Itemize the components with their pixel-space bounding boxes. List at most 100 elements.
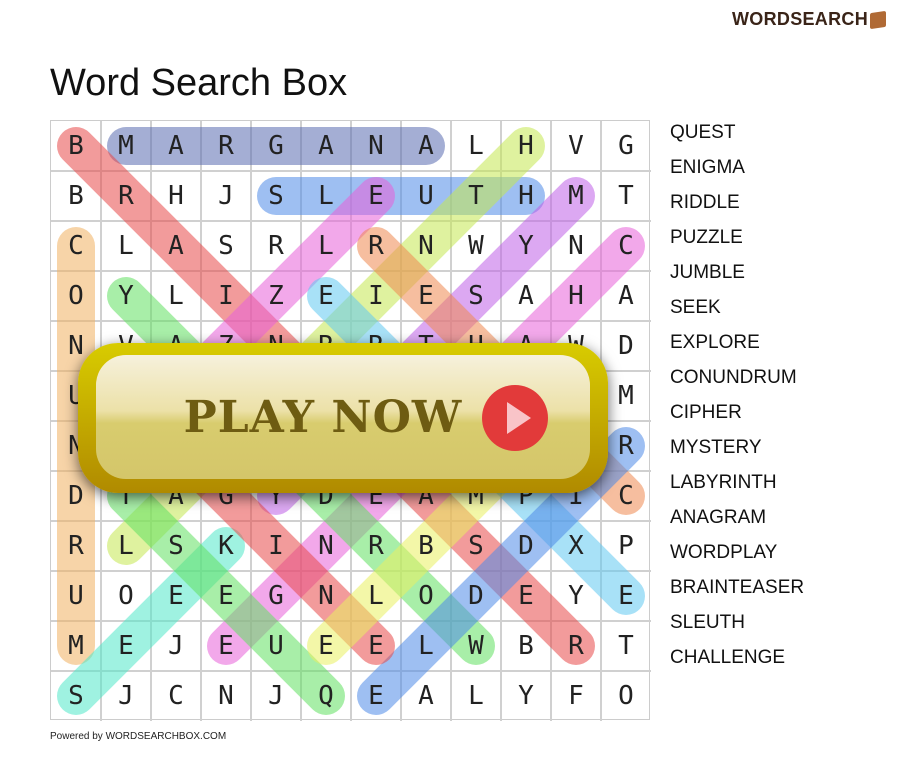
grid-cell[interactable]: S [151,521,201,571]
grid-cell[interactable]: C [601,221,651,271]
grid-cell[interactable]: E [301,621,351,671]
grid-cell[interactable]: E [351,171,401,221]
grid-cell[interactable]: A [501,271,551,321]
grid-cell[interactable]: C [601,471,651,521]
grid-cell[interactable]: K [201,521,251,571]
powered-by[interactable]: Powered by WORDSEARCHBOX.COM [50,731,226,742]
grid-cell[interactable]: R [201,121,251,171]
grid-cell[interactable]: S [201,221,251,271]
grid-cell[interactable]: L [101,221,151,271]
grid-cell[interactable]: O [601,671,651,721]
grid-cell[interactable]: H [501,121,551,171]
grid-cell[interactable]: O [51,271,101,321]
grid-cell[interactable]: L [451,121,501,171]
grid-cell[interactable]: W [451,621,501,671]
grid-cell[interactable]: F [551,671,601,721]
grid-cell[interactable]: E [151,571,201,621]
grid-cell[interactable]: S [51,671,101,721]
grid-cell[interactable]: A [151,221,201,271]
grid-cell[interactable]: U [401,171,451,221]
grid-cell[interactable]: N [551,221,601,271]
grid-cell[interactable]: R [351,521,401,571]
grid-cell[interactable]: R [101,171,151,221]
grid-cell[interactable]: N [401,221,451,271]
grid-cell[interactable]: Z [251,271,301,321]
grid-cell[interactable]: J [201,171,251,221]
grid-cell[interactable]: S [251,171,301,221]
grid-cell[interactable]: R [251,221,301,271]
grid-cell[interactable]: E [401,271,451,321]
grid-cell[interactable]: C [51,221,101,271]
grid-cell[interactable]: R [601,421,651,471]
grid-cell[interactable]: P [601,521,651,571]
grid-cell[interactable]: R [51,521,101,571]
grid-cell[interactable]: A [401,671,451,721]
grid-cell[interactable]: L [101,521,151,571]
grid-cell[interactable]: R [351,221,401,271]
grid-cell[interactable]: J [151,621,201,671]
grid-cell[interactable]: H [501,171,551,221]
grid-cell[interactable]: B [51,171,101,221]
grid-cell[interactable]: U [51,571,101,621]
grid-cell[interactable]: Y [501,671,551,721]
grid-cell[interactable]: A [401,121,451,171]
grid-cell[interactable]: A [601,271,651,321]
grid-cell[interactable]: C [151,671,201,721]
grid-cell[interactable]: L [301,221,351,271]
grid-cell[interactable]: J [101,671,151,721]
grid-cell[interactable]: Y [551,571,601,621]
grid-cell[interactable]: D [601,321,651,371]
grid-cell[interactable]: E [351,671,401,721]
grid-cell[interactable]: X [551,521,601,571]
grid-cell[interactable]: M [51,621,101,671]
grid-cell[interactable]: G [601,121,651,171]
grid-cell[interactable]: L [301,171,351,221]
grid-cell[interactable]: V [551,121,601,171]
grid-cell[interactable]: G [251,571,301,621]
grid-cell[interactable]: O [101,571,151,621]
grid-cell[interactable]: I [201,271,251,321]
grid-cell[interactable]: W [451,221,501,271]
grid-cell[interactable]: E [301,271,351,321]
grid-cell[interactable]: D [451,571,501,621]
grid-cell[interactable]: Y [101,271,151,321]
grid-cell[interactable]: M [601,371,651,421]
grid-cell[interactable]: M [551,171,601,221]
grid-cell[interactable]: R [551,621,601,671]
grid-cell[interactable]: E [201,571,251,621]
grid-cell[interactable]: N [301,521,351,571]
grid-cell[interactable]: N [351,121,401,171]
grid-cell[interactable]: E [101,621,151,671]
grid-cell[interactable]: E [501,571,551,621]
grid-cell[interactable]: D [501,521,551,571]
grid-cell[interactable]: E [201,621,251,671]
grid-cell[interactable]: A [301,121,351,171]
grid-cell[interactable]: B [501,621,551,671]
grid-cell[interactable]: B [401,521,451,571]
grid-cell[interactable]: L [151,271,201,321]
grid-cell[interactable]: M [101,121,151,171]
grid-cell[interactable]: S [451,271,501,321]
grid-cell[interactable]: N [201,671,251,721]
grid-cell[interactable]: E [601,571,651,621]
grid-cell[interactable]: L [351,571,401,621]
grid-cell[interactable]: T [601,621,651,671]
grid-cell[interactable]: I [351,271,401,321]
grid-cell[interactable]: I [251,521,301,571]
grid-cell[interactable]: H [151,171,201,221]
grid-cell[interactable]: O [401,571,451,621]
grid-cell[interactable]: A [151,121,201,171]
grid-cell[interactable]: T [601,171,651,221]
grid-cell[interactable]: S [451,521,501,571]
logo[interactable]: WORDSEARCH [732,9,886,30]
grid-cell[interactable]: Y [501,221,551,271]
grid-cell[interactable]: L [451,671,501,721]
play-now-button[interactable]: PLAY NOW [78,343,608,493]
grid-cell[interactable]: E [351,621,401,671]
grid-cell[interactable]: T [451,171,501,221]
grid-cell[interactable]: G [251,121,301,171]
grid-cell[interactable]: Q [301,671,351,721]
grid-cell[interactable]: B [51,121,101,171]
grid-cell[interactable]: U [251,621,301,671]
grid-cell[interactable]: L [401,621,451,671]
